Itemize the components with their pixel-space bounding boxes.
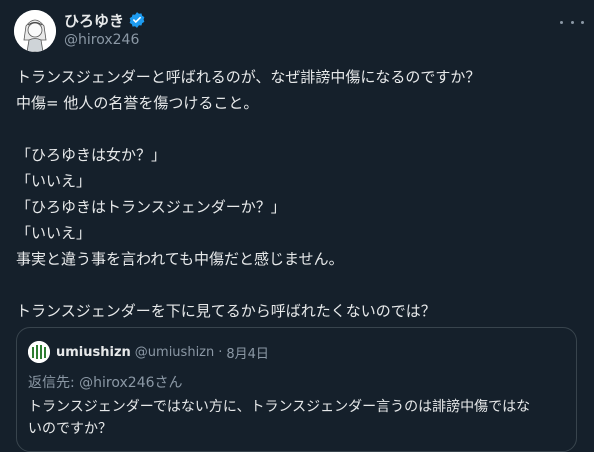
quoted-tweet[interactable]: umiushizn @umiushizn · 8月4日 返信先: @hirox2… [16, 327, 577, 452]
quoted-author-avatar[interactable] [28, 341, 50, 363]
quoted-handle[interactable]: @umiushizn [135, 345, 214, 360]
quoted-line: トランスジェンダーではない方に、トランスジェンダー言うのは誹謗中傷ではな [28, 399, 531, 415]
quoted-separator: · [218, 344, 223, 360]
quoted-date[interactable]: 8月4日 [226, 343, 269, 362]
tweet-text: トランスジェンダーと呼ばれるのが、なぜ誹謗中傷になるのですか？ 中傷= 他人の名… [16, 64, 586, 324]
author-avatar[interactable] [14, 10, 56, 52]
quoted-line: いのですか？ [28, 421, 112, 437]
tweet-line: 事実と違う事を言われても中傷だと感じません。 [16, 250, 344, 268]
more-options-icon[interactable] [560, 14, 584, 30]
quoted-tweet-text: トランスジェンダーではない方に、トランスジェンダー言うのは誹謗中傷ではな いので… [28, 396, 568, 440]
quoted-display-name[interactable]: umiushizn [56, 345, 131, 360]
tweet-line: 「ひろゆきは女か？」 [16, 146, 167, 164]
quoted-avatar-illustration [28, 341, 50, 363]
author-handle[interactable]: @hirox246 [64, 32, 146, 48]
tweet-line: 「ひろゆきはトランスジェンダーか？」 [16, 198, 286, 216]
avatar-illustration [14, 10, 56, 52]
tweet-line: トランスジェンダーと呼ばれるのが、なぜ誹謗中傷になるのですか？ [16, 68, 481, 86]
verified-badge-icon[interactable] [128, 11, 146, 29]
tweet-line: トランスジェンダーを下に見てるから呼ばれたくないのでは？ [16, 302, 436, 320]
tweet: ひろゆき @hirox246 トランスジェンダーと呼ばれるのが、なぜ誹謗中傷にな… [0, 0, 594, 452]
author-display-name[interactable]: ひろゆき [64, 10, 124, 31]
tweet-line: 中傷= 他人の名誉を傷つけること。 [16, 94, 259, 112]
tweet-line: 「いいえ」 [16, 172, 92, 190]
quoted-reply-to: 返信先: @hirox246さん [28, 375, 183, 391]
tweet-line: 「いいえ」 [16, 224, 92, 242]
quoted-tweet-header: umiushizn @umiushizn · 8月4日 [28, 341, 269, 363]
author-info: ひろゆき @hirox246 [64, 9, 146, 48]
